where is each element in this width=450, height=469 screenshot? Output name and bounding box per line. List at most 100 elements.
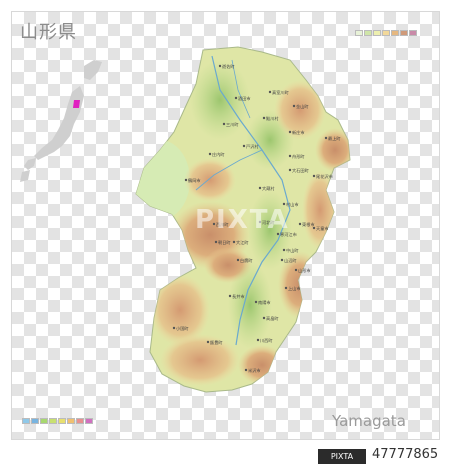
municipality-label: 飯豊町 [210, 339, 223, 346]
map-title-english: Yamagata [332, 412, 406, 430]
municipality-label: 山形市 [298, 267, 311, 274]
municipality-28: 長井市 [228, 293, 245, 300]
municipality-label: 白鷹町 [240, 257, 253, 264]
municipality-marker [242, 144, 246, 148]
municipality-marker [288, 130, 292, 134]
municipality-label: 大江町 [236, 239, 249, 246]
municipality-31: 高畠町 [262, 315, 279, 322]
municipality-marker [258, 186, 262, 190]
municipality-30: 小国町 [172, 325, 189, 332]
municipality-8: 最上町 [324, 135, 341, 141]
municipality-marker [232, 240, 236, 244]
municipality-label: 高畠町 [266, 315, 279, 322]
legend-swatch-bottom-6 [76, 418, 84, 424]
municipality-marker [288, 168, 292, 172]
municipality-label: 鮭川村 [266, 115, 279, 122]
municipality-marker [244, 368, 248, 372]
municipality-2: 真室川町 [268, 89, 290, 96]
municipality-marker [208, 152, 212, 156]
municipality-marker [268, 90, 272, 94]
municipality-label: 戸沢村 [246, 143, 259, 150]
municipality-0: 遊佐町 [218, 63, 235, 70]
municipality-6: 新庄市 [288, 129, 305, 136]
municipality-marker [294, 268, 298, 272]
municipality-label: 酒田市 [238, 95, 251, 102]
municipality-marker [254, 300, 258, 304]
municipality-marker [262, 116, 266, 120]
municipality-label: 中山町 [286, 247, 299, 254]
municipality-label: 南陽市 [258, 299, 271, 306]
municipality-3: 金山町 [292, 103, 309, 110]
municipality-label: 小国町 [176, 325, 189, 332]
municipality-26: 白鷹町 [236, 257, 253, 264]
legend-swatch-bottom-3 [49, 418, 57, 424]
municipality-label: 遊佐町 [222, 63, 235, 70]
municipality-marker [312, 174, 316, 178]
legend-swatch-bottom-7 [85, 418, 93, 424]
municipality-label: 東根市 [302, 221, 315, 228]
legend-swatch-bottom-4 [58, 418, 66, 424]
japan-inset-map [20, 60, 102, 182]
municipality-marker [284, 286, 288, 290]
municipality-14: 大蔵村 [258, 185, 275, 192]
image-id: 47777865 [372, 447, 439, 462]
municipality-label: 三川町 [226, 122, 239, 127]
municipality-10: 舟形町 [288, 153, 305, 160]
municipality-label: 庄内町 [212, 151, 225, 158]
municipality-label: 舟形町 [292, 153, 305, 160]
watermark-text: PIXTA [195, 205, 290, 235]
municipality-33: 飯豊町 [206, 339, 223, 346]
pixta-logo: PIXTA [318, 449, 366, 464]
municipality-marker [280, 258, 284, 262]
municipality-marker [298, 222, 302, 226]
municipality-34: 米沢市 [244, 367, 261, 374]
municipality-22: 天童市 [312, 225, 329, 232]
municipality-29: 南陽市 [254, 299, 271, 306]
municipality-label: 天童市 [316, 225, 329, 232]
legend-swatch-bottom-1 [31, 418, 39, 424]
municipality-13: 尾花沢市 [312, 173, 333, 180]
municipality-marker [324, 136, 328, 140]
municipality-marker [288, 154, 292, 158]
municipality-4: 三川町 [222, 122, 239, 127]
municipality-marker [228, 294, 232, 298]
municipality-24: 山辺町 [280, 257, 297, 264]
municipality-marker [206, 340, 210, 344]
legend-swatch-bottom-5 [67, 418, 75, 424]
municipality-23: 中山町 [282, 247, 299, 254]
municipality-marker [222, 122, 226, 126]
municipality-label: 山辺町 [284, 257, 297, 264]
municipality-marker [184, 178, 188, 182]
municipality-25: 山形市 [294, 267, 311, 274]
municipality-marker [256, 338, 260, 342]
municipality-label: 長井市 [232, 293, 245, 300]
municipality-label: 新庄市 [292, 129, 305, 136]
municipality-label: 上山市 [288, 285, 301, 292]
municipality-5: 鮭川村 [262, 115, 279, 122]
yamagata-highlight-marker [73, 100, 80, 108]
municipality-marker [282, 248, 286, 252]
municipality-marker [292, 104, 296, 108]
municipality-label: 金山町 [296, 103, 309, 110]
municipality-marker [172, 326, 176, 330]
municipality-label: 大石田町 [292, 167, 310, 174]
municipality-18: 東根市 [298, 221, 315, 228]
municipality-marker [236, 258, 240, 262]
legend-swatch-bottom-0 [22, 418, 30, 424]
municipality-marker [234, 96, 238, 100]
municipality-1: 酒田市 [234, 95, 251, 102]
municipality-label: 米沢市 [248, 367, 261, 374]
municipality-label: 大蔵村 [262, 185, 275, 192]
municipality-20: 大江町 [232, 239, 249, 246]
municipality-9: 庄内町 [208, 151, 225, 158]
legend-swatch-bottom-2 [40, 418, 48, 424]
municipality-marker [262, 316, 266, 320]
municipality-marker [218, 64, 222, 68]
municipality-label: 最上町 [328, 135, 341, 141]
municipality-marker [214, 240, 218, 244]
elevation-legend-bottom [22, 418, 93, 424]
municipality-27: 上山市 [284, 285, 301, 292]
municipality-marker [312, 226, 316, 230]
municipality-label: 尾花沢市 [316, 173, 333, 180]
municipality-11: 鶴岡市 [184, 177, 201, 184]
